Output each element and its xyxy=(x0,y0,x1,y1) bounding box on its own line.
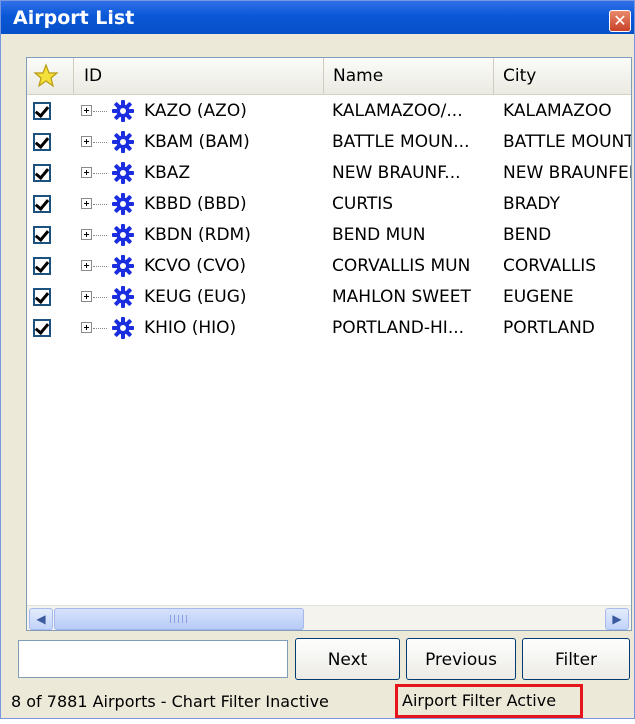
tree-connector xyxy=(93,235,107,236)
row-checkbox[interactable] xyxy=(33,133,51,151)
table-row[interactable]: KBAZ NEW BRAUNF... NEW BRAUNFEL xyxy=(27,158,631,189)
window-title: Airport List xyxy=(13,7,135,29)
cell-id: KCVO (CVO) xyxy=(144,256,247,276)
filter-button[interactable]: Filter xyxy=(522,638,630,680)
row-checkbox[interactable] xyxy=(33,257,51,275)
cell-id: KHIO (HIO) xyxy=(144,318,237,338)
expand-plus-icon[interactable] xyxy=(81,105,92,116)
airport-icon xyxy=(111,223,135,247)
grip-icon xyxy=(170,615,188,623)
cell-id: KBAZ xyxy=(144,163,191,183)
airport-icon xyxy=(111,192,135,216)
tree-connector xyxy=(93,297,107,298)
cell-id: KAZO (AZO) xyxy=(144,101,247,121)
airport-list: ID Name City KAZO (AZO) KALAMAZOO/... KALA… xyxy=(26,57,632,631)
table-row[interactable]: KHIO (HIO) PORTLAND-HI... PORTLAND xyxy=(27,313,631,344)
row-checkbox[interactable] xyxy=(33,102,51,120)
cell-city: KALAMAZOO xyxy=(503,101,612,121)
row-checkbox[interactable] xyxy=(33,319,51,337)
list-header: ID Name City xyxy=(27,58,631,95)
search-input[interactable] xyxy=(18,640,288,678)
scroll-right-icon[interactable]: ▶ xyxy=(605,608,629,630)
cell-name: MAHLON SWEET xyxy=(332,287,471,307)
tree-connector xyxy=(93,328,107,329)
cell-name: NEW BRAUNF... xyxy=(332,163,461,183)
scroll-left-icon[interactable]: ◀ xyxy=(29,608,53,630)
tree-connector xyxy=(93,173,107,174)
airport-icon xyxy=(111,316,135,340)
expand-plus-icon[interactable] xyxy=(81,322,92,333)
cell-id: KBAM (BAM) xyxy=(144,132,250,152)
airport-list-window: Airport List ✕ ID Name City KAZO (AZO) KA… xyxy=(0,0,635,719)
table-row[interactable]: KBDN (RDM) BEND MUN BEND xyxy=(27,220,631,251)
horizontal-scrollbar[interactable]: ◀ ▶ xyxy=(27,605,631,630)
airport-icon xyxy=(111,254,135,278)
cell-city: BEND xyxy=(503,225,552,245)
cell-city: BRADY xyxy=(503,194,560,214)
next-button[interactable]: Next xyxy=(295,638,400,680)
cell-city: EUGENE xyxy=(503,287,574,307)
tree-connector xyxy=(93,204,107,205)
cell-city: NEW BRAUNFEL xyxy=(503,163,631,183)
table-row[interactable]: KEUG (EUG) MAHLON SWEET EUGENE xyxy=(27,282,631,313)
tree-connector xyxy=(93,266,107,267)
row-checkbox[interactable] xyxy=(33,195,51,213)
airport-icon xyxy=(111,161,135,185)
tree-connector xyxy=(93,142,107,143)
title-bar[interactable]: Airport List ✕ xyxy=(1,1,634,34)
row-checkbox[interactable] xyxy=(33,164,51,182)
airport-icon xyxy=(111,285,135,309)
scrollbar-thumb[interactable] xyxy=(54,608,304,630)
cell-name: KALAMAZOO/... xyxy=(332,101,463,121)
table-row[interactable]: KCVO (CVO) CORVALLIS MUN CORVALLIS xyxy=(27,251,631,282)
cell-name: PORTLAND-HI... xyxy=(332,318,465,338)
expand-plus-icon[interactable] xyxy=(81,229,92,240)
table-row[interactable]: KBBD (BBD) CURTIS BRADY xyxy=(27,189,631,220)
row-checkbox[interactable] xyxy=(33,226,51,244)
column-header-city[interactable]: City xyxy=(494,58,631,94)
cell-name: BEND MUN xyxy=(332,225,426,245)
column-header-favorite[interactable] xyxy=(27,58,74,94)
airport-icon xyxy=(111,99,135,123)
cell-name: CURTIS xyxy=(332,194,394,214)
expand-plus-icon[interactable] xyxy=(81,167,92,178)
cell-id: KBDN (RDM) xyxy=(144,225,251,245)
cell-id: KBBD (BBD) xyxy=(144,194,247,214)
expand-plus-icon[interactable] xyxy=(81,136,92,147)
status-text: 8 of 7881 Airports - Chart Filter Inacti… xyxy=(11,692,329,711)
cell-name: BATTLE MOUN... xyxy=(332,132,470,152)
table-row[interactable]: KAZO (AZO) KALAMAZOO/... KALAMAZOO xyxy=(27,96,631,127)
cell-name: CORVALLIS MUN xyxy=(332,256,471,276)
cell-city: BATTLE MOUNT. xyxy=(503,132,631,152)
expand-plus-icon[interactable] xyxy=(81,291,92,302)
row-checkbox[interactable] xyxy=(33,288,51,306)
airport-icon xyxy=(111,130,135,154)
table-row[interactable]: KBAM (BAM) BATTLE MOUN... BATTLE MOUNT. xyxy=(27,127,631,158)
previous-button[interactable]: Previous xyxy=(406,638,516,680)
airport-filter-status: Airport Filter Active xyxy=(395,684,583,718)
cell-city: CORVALLIS xyxy=(503,256,597,276)
expand-plus-icon[interactable] xyxy=(81,260,92,271)
column-header-id[interactable]: ID xyxy=(74,58,324,94)
cell-city: PORTLAND xyxy=(503,318,595,338)
expand-plus-icon[interactable] xyxy=(81,198,92,209)
star-icon xyxy=(33,63,59,88)
cell-id: KEUG (EUG) xyxy=(144,287,247,307)
column-header-name[interactable]: Name xyxy=(324,58,494,94)
tree-connector xyxy=(93,111,107,112)
close-icon[interactable]: ✕ xyxy=(609,10,631,32)
